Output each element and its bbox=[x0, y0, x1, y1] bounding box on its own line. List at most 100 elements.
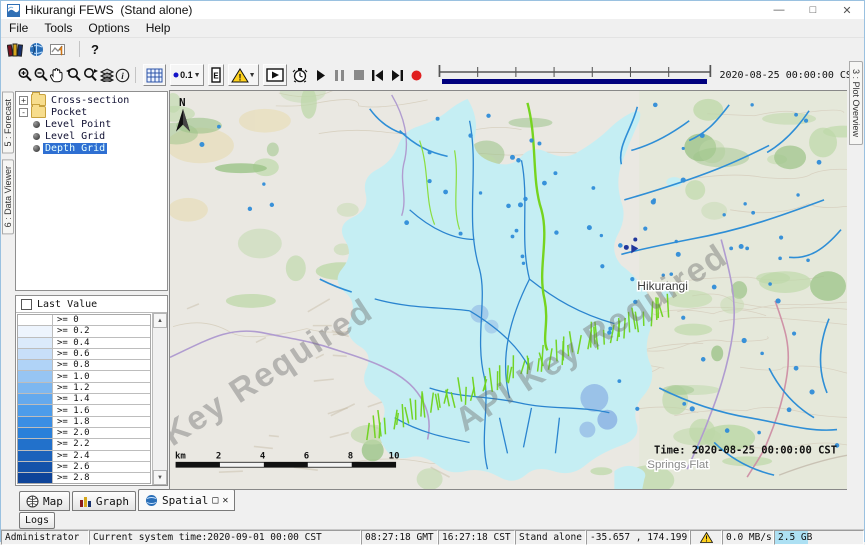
legend-row[interactable]: >= 0.2 bbox=[18, 326, 150, 337]
zoom-in-icon[interactable] bbox=[17, 65, 33, 85]
legend-row[interactable]: >= 0.4 bbox=[18, 338, 150, 349]
menu-options[interactable]: Options bbox=[80, 21, 137, 35]
expander-icon[interactable]: + bbox=[19, 96, 28, 105]
play-button[interactable] bbox=[311, 65, 330, 85]
profile-button[interactable]: E bbox=[208, 64, 224, 86]
grid-value-label: 0.1 bbox=[180, 70, 193, 80]
tab-graph[interactable]: Graph bbox=[72, 491, 136, 511]
tab-map[interactable]: Map bbox=[19, 491, 70, 511]
timeline-span-bar[interactable] bbox=[442, 79, 708, 84]
legend-label: >= 0 bbox=[53, 315, 79, 325]
grid-value-dropdown[interactable]: 0.1▼ bbox=[170, 64, 203, 86]
zoom-previous-icon[interactable] bbox=[65, 65, 82, 85]
skip-end-button[interactable] bbox=[387, 65, 406, 85]
tree-node-label[interactable]: Cross-section bbox=[49, 95, 131, 106]
legend-color-swatch bbox=[18, 338, 53, 348]
legend-row[interactable]: >= 2.8 bbox=[18, 473, 150, 484]
menu-tools[interactable]: Tools bbox=[36, 21, 80, 35]
legend-row[interactable]: >= 2.6 bbox=[18, 462, 150, 473]
legend-row[interactable]: >= 2.2 bbox=[18, 439, 150, 450]
legend-row[interactable]: >= 2.4 bbox=[18, 451, 150, 462]
menu-file[interactable]: File bbox=[1, 21, 36, 35]
layers-icon[interactable] bbox=[99, 65, 115, 85]
maximize-button[interactable]: □ bbox=[796, 1, 830, 19]
main-toolbar: ? bbox=[1, 38, 864, 60]
status-mode: Stand alone bbox=[515, 530, 586, 545]
tab-spatial[interactable]: Spatial □ ✕ bbox=[138, 489, 235, 511]
help-icon[interactable]: ? bbox=[91, 39, 99, 59]
map-canvas[interactable]: API Key Required API Key Required Hikura… bbox=[170, 91, 847, 489]
tree-node-label-selected[interactable]: Depth Grid bbox=[43, 143, 107, 154]
tree-node-level-grid[interactable]: Level Grid bbox=[16, 130, 167, 142]
timeseries-dialog-icon[interactable] bbox=[50, 39, 68, 59]
legend-row[interactable]: >= 0.8 bbox=[18, 360, 150, 371]
database-icon[interactable] bbox=[7, 39, 23, 59]
legend-row[interactable]: >= 1.2 bbox=[18, 383, 150, 394]
tab-plot-overview[interactable]: 3 : Plot Overview bbox=[849, 61, 863, 145]
legend-color-swatch bbox=[18, 394, 53, 404]
layers-tree: + Cross-section - Pocket Level Point Lev… bbox=[15, 91, 168, 291]
legend-row[interactable]: >= 2.0 bbox=[18, 428, 150, 439]
tab-data-viewer[interactable]: 6 : Data Viewer bbox=[2, 159, 14, 234]
pan-hand-icon[interactable] bbox=[49, 65, 65, 85]
info-icon[interactable]: i bbox=[115, 65, 131, 85]
scroll-up-icon[interactable]: ▲ bbox=[153, 313, 167, 328]
tab-forecast[interactable]: 5 : Forecast bbox=[2, 92, 14, 154]
legend-row[interactable]: >= 1.8 bbox=[18, 417, 150, 428]
zoom-next-icon[interactable] bbox=[82, 65, 99, 85]
record-button[interactable] bbox=[407, 65, 426, 85]
tree-node-level-point[interactable]: Level Point bbox=[16, 118, 167, 130]
bullet-icon bbox=[33, 121, 40, 128]
bullet-icon bbox=[33, 145, 40, 152]
tab-map-label: Map bbox=[43, 495, 63, 508]
menu-bar: File Tools Options Help bbox=[1, 19, 864, 38]
tree-node-pocket[interactable]: - Pocket bbox=[16, 106, 167, 118]
legend-color-swatch bbox=[18, 417, 53, 427]
legend-row[interactable]: >= 1.6 bbox=[18, 405, 150, 416]
map-toolbar: i 0.1▼ E !▼ 2020-08-25 00:00:00 CST bbox=[1, 60, 864, 90]
skip-begin-button[interactable] bbox=[368, 65, 387, 85]
status-system-time: Current system time:2020-09-01 00:00 CST bbox=[89, 530, 361, 545]
grid-layer-button[interactable] bbox=[143, 64, 166, 86]
tree-node-label[interactable]: Level Grid bbox=[43, 131, 107, 142]
legend-color-swatch bbox=[18, 383, 53, 393]
memory-label: 2.5 GB bbox=[778, 532, 812, 543]
legend-row[interactable]: >= 0.6 bbox=[18, 349, 150, 360]
time-slider-track[interactable] bbox=[436, 64, 714, 78]
legend-color-swatch bbox=[18, 451, 53, 461]
tab-close-icon[interactable]: ✕ bbox=[222, 495, 228, 506]
expander-icon[interactable]: - bbox=[19, 108, 28, 117]
time-navigator-icon[interactable] bbox=[289, 65, 312, 85]
animation-panel-button[interactable] bbox=[263, 64, 287, 86]
logs-row: Logs bbox=[1, 511, 864, 529]
last-value-checkbox[interactable] bbox=[21, 299, 32, 310]
legend-label: >= 1.6 bbox=[53, 405, 90, 415]
close-button[interactable]: ✕ bbox=[830, 1, 864, 19]
stop-button[interactable] bbox=[349, 65, 368, 85]
tab-maximize-icon[interactable]: □ bbox=[212, 495, 218, 506]
map-globe-icon[interactable] bbox=[29, 39, 44, 59]
time-slider[interactable] bbox=[436, 64, 714, 86]
legend-row[interactable]: >= 0 bbox=[18, 315, 150, 326]
tree-node-label[interactable]: Level Point bbox=[43, 119, 113, 130]
zoom-out-icon[interactable] bbox=[33, 65, 49, 85]
legend-color-swatch bbox=[18, 349, 53, 359]
map-view[interactable]: API Key Required API Key Required Hikura… bbox=[169, 90, 847, 490]
legend-row[interactable]: >= 1.0 bbox=[18, 371, 150, 382]
legend-row[interactable]: >= 1.4 bbox=[18, 394, 150, 405]
app-window: Hikurangi FEWS (Stand alone) — □ ✕ File … bbox=[0, 0, 865, 542]
status-warning-cell[interactable]: ! bbox=[690, 530, 722, 545]
tree-node-depth-grid[interactable]: Depth Grid bbox=[16, 142, 167, 154]
legend-color-swatch bbox=[18, 360, 53, 370]
folder-icon bbox=[31, 106, 46, 118]
logs-button[interactable]: Logs bbox=[19, 512, 55, 529]
menu-help[interactable]: Help bbox=[138, 21, 179, 35]
scroll-down-icon[interactable]: ▼ bbox=[153, 470, 167, 485]
legend-scrollbar[interactable]: ▲ ▼ bbox=[152, 313, 167, 485]
bullet-icon bbox=[33, 133, 40, 140]
svg-text:6: 6 bbox=[304, 451, 309, 461]
pause-button[interactable] bbox=[330, 65, 349, 85]
minimize-button[interactable]: — bbox=[762, 1, 796, 19]
thresholds-dropdown[interactable]: !▼ bbox=[228, 64, 259, 86]
tree-node-label[interactable]: Pocket bbox=[49, 107, 89, 118]
